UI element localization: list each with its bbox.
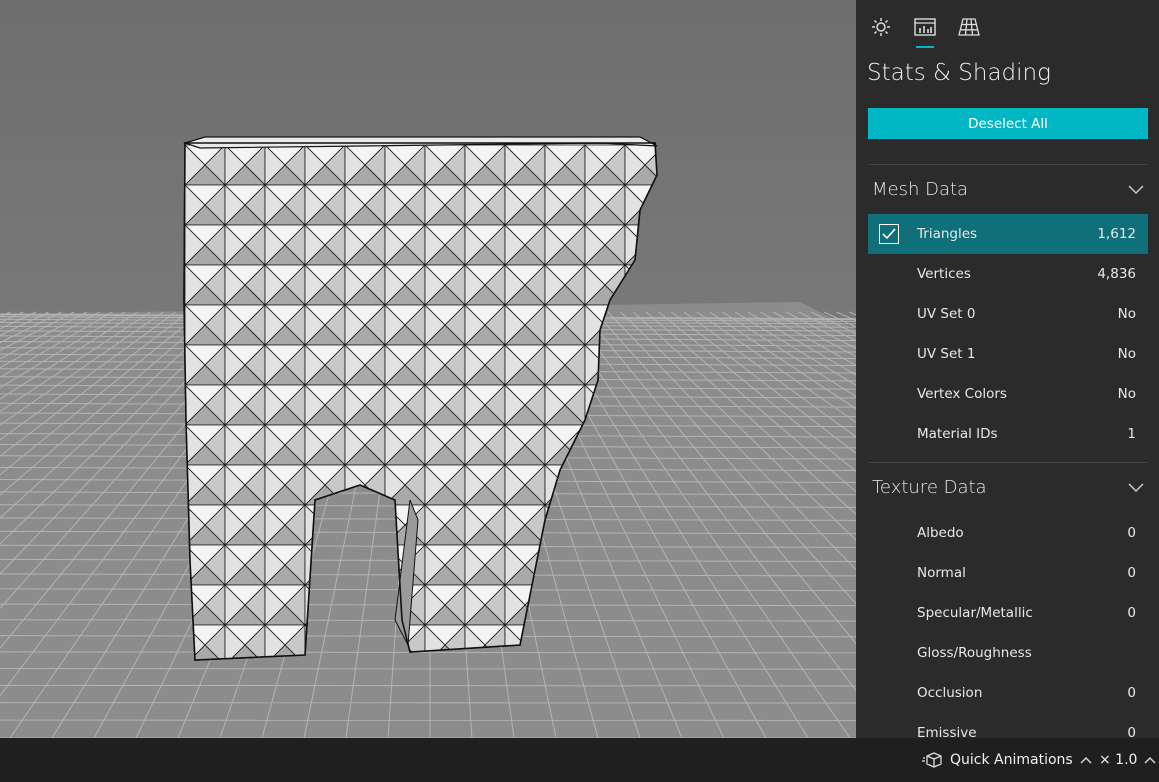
texture-stat-row[interactable]: Gloss/Roughness	[868, 633, 1148, 673]
deselect-all-button[interactable]: Deselect All	[868, 108, 1148, 139]
cube-icon	[922, 752, 942, 768]
grid-icon[interactable]	[954, 12, 984, 42]
status-bar: Quick Animations × 1.0	[0, 738, 1159, 782]
texture-stat-name: Specular/Metallic	[917, 605, 1033, 621]
mesh-stat-value: 1,612	[1097, 226, 1136, 242]
mesh-stat-name: Vertices	[917, 266, 971, 282]
mesh-stat-value: No	[1117, 346, 1136, 362]
mesh-stat-row[interactable]: UV Set 1 No	[868, 334, 1148, 374]
texture-stat-value: 0	[1127, 725, 1136, 738]
checkbox-checked-icon[interactable]	[879, 224, 899, 244]
mesh-stat-name: UV Set 1	[917, 346, 976, 362]
chevron-down-icon	[1128, 483, 1144, 493]
texture-data-header[interactable]: Texture Data	[868, 472, 1148, 502]
mesh-stat-row[interactable]: Triangles 1,612	[868, 214, 1148, 254]
viewport-scene[interactable]	[0, 0, 856, 738]
texture-stat-row[interactable]: Albedo 0	[868, 513, 1148, 553]
mesh-stat-row[interactable]: Vertex Colors No	[868, 374, 1148, 414]
texture-stat-name: Normal	[917, 565, 966, 581]
texture-data-title: Texture Data	[872, 476, 987, 498]
divider	[868, 462, 1148, 463]
texture-stat-value: 0	[1127, 685, 1136, 701]
texture-stat-row[interactable]: Occlusion 0	[868, 673, 1148, 713]
texture-stat-name: Occlusion	[917, 685, 983, 701]
mesh-stat-name: UV Set 0	[917, 306, 976, 322]
mesh-stat-name: Material IDs	[917, 426, 998, 442]
chevron-down-icon	[1128, 185, 1144, 195]
panel-title: Stats & Shading	[867, 60, 1051, 86]
texture-stat-name: Gloss/Roughness	[917, 645, 1032, 661]
stats-shading-panel: Stats & Shading Deselect All Mesh Data T…	[856, 0, 1159, 738]
texture-stat-value: 0	[1127, 605, 1136, 621]
texture-stat-value: 0	[1127, 565, 1136, 581]
quick-animations-button[interactable]: Quick Animations	[922, 738, 1093, 782]
mesh-stat-row[interactable]: Vertices 4,836	[868, 254, 1148, 294]
mesh-stat-name: Vertex Colors	[917, 386, 1007, 402]
texture-stat-value: 0	[1127, 525, 1136, 541]
sun-icon[interactable]	[866, 12, 896, 42]
texture-stat-name: Emissive	[917, 725, 977, 738]
mesh-stat-name: Triangles	[917, 226, 978, 242]
chevron-up-icon	[1144, 757, 1156, 764]
texture-stat-row[interactable]: Specular/Metallic 0	[868, 593, 1148, 633]
3d-viewport[interactable]	[0, 0, 856, 738]
speed-selector[interactable]: × 1.0	[1099, 738, 1157, 782]
chevron-up-icon	[1080, 757, 1092, 764]
quick-animations-label: Quick Animations	[950, 752, 1073, 768]
texture-stat-row[interactable]: Emissive 0	[868, 713, 1148, 738]
stats-icon[interactable]	[910, 12, 940, 48]
panel-tabs	[866, 12, 984, 48]
texture-stat-row[interactable]: Normal 0	[868, 553, 1148, 593]
mesh-stat-value: 1	[1127, 426, 1136, 442]
speed-label: × 1.0	[1099, 752, 1138, 768]
mesh-stat-row[interactable]: UV Set 0 No	[868, 294, 1148, 334]
mesh-stat-row[interactable]: Material IDs 1	[868, 414, 1148, 454]
mesh-stat-value: No	[1117, 306, 1136, 322]
divider	[868, 164, 1148, 165]
mesh-data-header[interactable]: Mesh Data	[868, 174, 1148, 204]
mesh-data-title: Mesh Data	[872, 178, 969, 200]
texture-stat-name: Albedo	[917, 525, 964, 541]
mesh-stat-value: 4,836	[1097, 266, 1136, 282]
mesh-stat-value: No	[1117, 386, 1136, 402]
